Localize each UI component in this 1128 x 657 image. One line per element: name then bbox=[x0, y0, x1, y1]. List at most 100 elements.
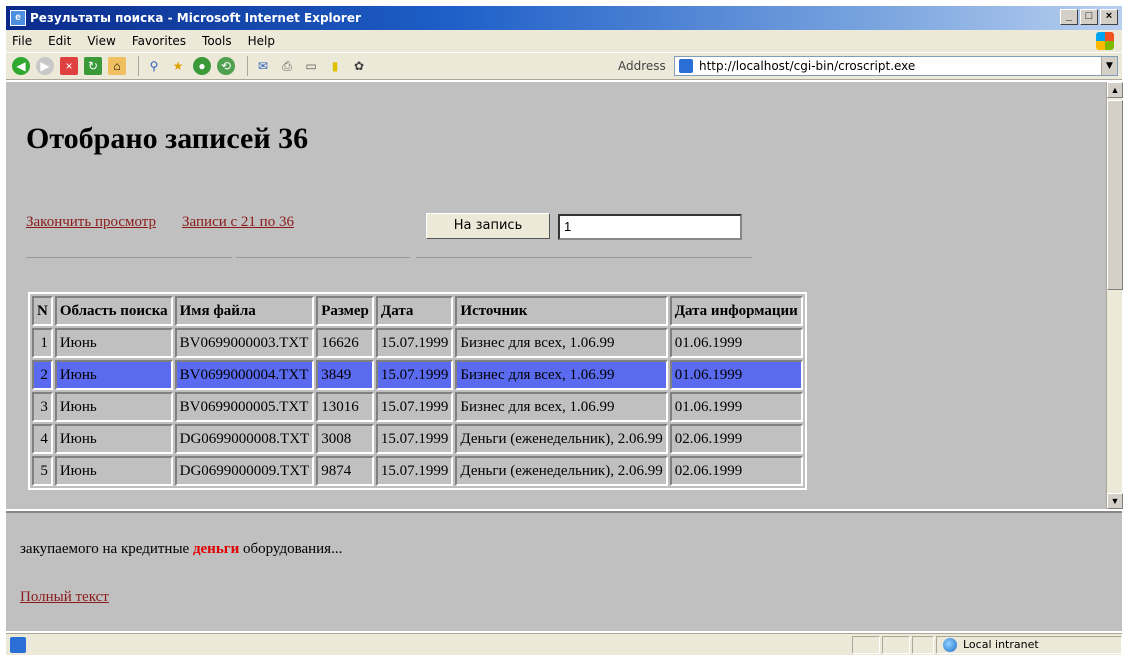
cell-area: Июнь bbox=[54, 424, 173, 454]
toolbar: ◀ ▶ × ↻ ⌂ ⚲ ★ ● ⟲ ✉ ⎙ ▭ ▮ ✿ Address http… bbox=[6, 52, 1122, 80]
back-icon[interactable]: ◀ bbox=[12, 57, 30, 75]
table-row[interactable]: 5 Июнь DG0699000009.TXT 9874 15.07.1999 … bbox=[32, 456, 803, 486]
close-button[interactable]: × bbox=[1100, 9, 1118, 25]
menu-edit[interactable]: Edit bbox=[48, 34, 71, 48]
cell-source: Бизнес для всех, 1.06.99 bbox=[455, 328, 668, 358]
minimize-button[interactable]: _ bbox=[1060, 9, 1078, 25]
address-field[interactable]: http://localhost/cgi-bin/croscript.exe ▼ bbox=[674, 56, 1118, 76]
status-bar: Local intranet bbox=[6, 633, 1122, 655]
media-icon[interactable]: ● bbox=[193, 57, 211, 75]
col-info-date: Дата информации bbox=[669, 296, 803, 326]
cell-filename: DG0699000009.TXT bbox=[174, 456, 315, 486]
cell-info-date: 01.06.1999 bbox=[669, 328, 803, 358]
full-text-link[interactable]: Полный текст bbox=[20, 589, 109, 606]
discuss-icon[interactable]: ▮ bbox=[326, 57, 344, 75]
cell-source: Бизнес для всех, 1.06.99 bbox=[455, 392, 668, 422]
col-search-area: Область поиска bbox=[54, 296, 173, 326]
cell-n: 1 bbox=[32, 328, 53, 358]
intranet-icon bbox=[943, 638, 957, 652]
zone-label: Local intranet bbox=[963, 638, 1039, 651]
page-title: Отобрано записей 36 bbox=[26, 122, 309, 155]
page-status-icon bbox=[10, 636, 26, 653]
record-number-input[interactable]: 1 bbox=[558, 214, 742, 240]
cell-source: Бизнес для всех, 1.06.99 bbox=[455, 360, 668, 390]
page-icon bbox=[679, 59, 693, 73]
address-dropdown-icon[interactable]: ▼ bbox=[1101, 57, 1117, 75]
cell-n: 4 bbox=[32, 424, 53, 454]
menu-help[interactable]: Help bbox=[248, 34, 275, 48]
divider bbox=[26, 257, 232, 258]
cell-filename: DG0699000008.TXT bbox=[174, 424, 315, 454]
forward-icon[interactable]: ▶ bbox=[36, 57, 54, 75]
cell-date: 15.07.1999 bbox=[375, 360, 454, 390]
history-icon[interactable]: ⟲ bbox=[217, 57, 235, 75]
cell-area: Июнь bbox=[54, 392, 173, 422]
cell-filename: BV0699000005.TXT bbox=[174, 392, 315, 422]
finish-viewing-link[interactable]: Закончить просмотр bbox=[26, 214, 156, 231]
snippet-after: оборудования... bbox=[239, 541, 343, 557]
maximize-button[interactable]: □ bbox=[1080, 9, 1098, 25]
windows-logo-icon bbox=[1096, 32, 1114, 50]
menu-bar: File Edit View Favorites Tools Help bbox=[6, 30, 1122, 52]
cell-size: 13016 bbox=[316, 392, 374, 422]
favorites-icon[interactable]: ★ bbox=[169, 57, 187, 75]
cell-date: 15.07.1999 bbox=[375, 424, 454, 454]
messenger-icon[interactable]: ✿ bbox=[350, 57, 368, 75]
divider bbox=[416, 257, 752, 258]
scroll-thumb[interactable] bbox=[1107, 100, 1123, 290]
vertical-scrollbar[interactable]: ▲ ▼ bbox=[1106, 82, 1123, 509]
cell-area: Июнь bbox=[54, 360, 173, 390]
goto-record-button[interactable]: На запись bbox=[426, 213, 550, 239]
nav-links: Закончить просмотр Записи с 21 по 36 bbox=[26, 214, 320, 231]
results-table: N Область поиска Имя файла Размер Дата И… bbox=[28, 292, 807, 490]
menu-file[interactable]: File bbox=[12, 34, 32, 48]
mail-icon[interactable]: ✉ bbox=[254, 57, 272, 75]
stop-icon[interactable]: × bbox=[60, 57, 78, 75]
text-snippet: закупаемого на кредитные деньги оборудов… bbox=[20, 541, 342, 558]
col-date: Дата bbox=[375, 296, 454, 326]
cell-filename: BV0699000003.TXT bbox=[174, 328, 315, 358]
cell-n: 3 bbox=[32, 392, 53, 422]
cell-size: 3849 bbox=[316, 360, 374, 390]
divider bbox=[236, 257, 410, 258]
menu-tools[interactable]: Tools bbox=[202, 34, 232, 48]
menu-favorites[interactable]: Favorites bbox=[132, 34, 186, 48]
home-icon[interactable]: ⌂ bbox=[108, 57, 126, 75]
cell-n: 2 bbox=[32, 360, 53, 390]
table-row-selected[interactable]: 2 Июнь BV0699000004.TXT 3849 15.07.1999 … bbox=[32, 360, 803, 390]
snippet-highlight: деньги bbox=[192, 541, 240, 557]
cell-area: Июнь bbox=[54, 328, 173, 358]
cell-info-date: 01.06.1999 bbox=[669, 392, 803, 422]
print-icon[interactable]: ⎙ bbox=[278, 57, 296, 75]
cell-n: 5 bbox=[32, 456, 53, 486]
cell-info-date: 01.06.1999 bbox=[669, 360, 803, 390]
scroll-up-icon[interactable]: ▲ bbox=[1107, 82, 1123, 98]
cell-date: 15.07.1999 bbox=[375, 456, 454, 486]
title-bar: e Результаты поиска - Microsoft Internet… bbox=[6, 6, 1122, 30]
cell-date: 15.07.1999 bbox=[375, 328, 454, 358]
edit-icon[interactable]: ▭ bbox=[302, 57, 320, 75]
refresh-icon[interactable]: ↻ bbox=[84, 57, 102, 75]
search-icon[interactable]: ⚲ bbox=[145, 57, 163, 75]
menu-view[interactable]: View bbox=[87, 34, 115, 48]
table-row[interactable]: 1 Июнь BV0699000003.TXT 16626 15.07.1999… bbox=[32, 328, 803, 358]
address-value: http://localhost/cgi-bin/croscript.exe bbox=[699, 59, 916, 73]
table-row[interactable]: 3 Июнь BV0699000005.TXT 13016 15.07.1999… bbox=[32, 392, 803, 422]
page-content: Отобрано записей 36 Закончить просмотр З… bbox=[6, 82, 1106, 509]
scroll-down-icon[interactable]: ▼ bbox=[1107, 493, 1123, 509]
cell-info-date: 02.06.1999 bbox=[669, 424, 803, 454]
toolbar-divider bbox=[138, 56, 139, 76]
cell-size: 3008 bbox=[316, 424, 374, 454]
records-range-link[interactable]: Записи с 21 по 36 bbox=[182, 214, 294, 231]
cell-date: 15.07.1999 bbox=[375, 392, 454, 422]
cell-size: 16626 bbox=[316, 328, 374, 358]
col-n: N bbox=[32, 296, 53, 326]
status-panel bbox=[852, 636, 880, 654]
cell-size: 9874 bbox=[316, 456, 374, 486]
preview-frame: закупаемого на кредитные деньги оборудов… bbox=[6, 511, 1122, 631]
toolbar-divider bbox=[247, 56, 248, 76]
table-row[interactable]: 4 Июнь DG0699000008.TXT 3008 15.07.1999 … bbox=[32, 424, 803, 454]
col-filename: Имя файла bbox=[174, 296, 315, 326]
address-label: Address bbox=[618, 59, 666, 73]
window-title: Результаты поиска - Microsoft Internet E… bbox=[30, 11, 361, 25]
